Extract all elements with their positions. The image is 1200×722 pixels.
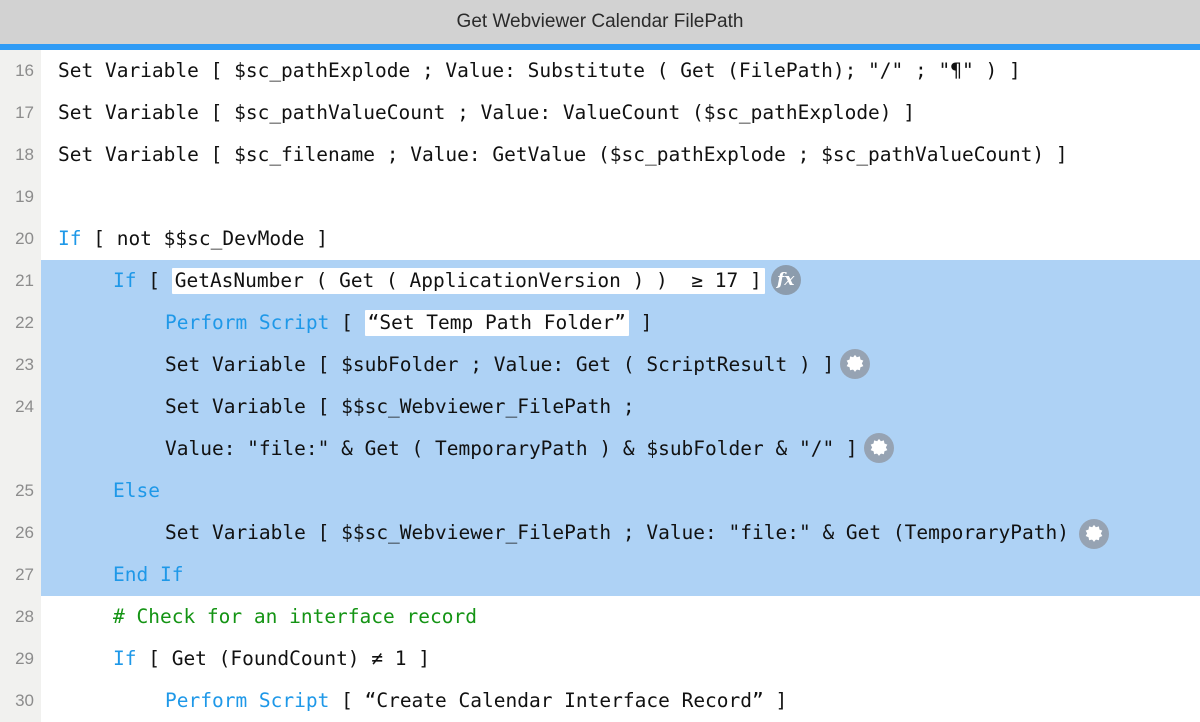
script-step-number: 24: [15, 397, 34, 416]
script-step-row[interactable]: 27 End If: [0, 554, 1200, 596]
script-step-row[interactable]: 30 Perform Script [ “Create Calendar Inte…: [0, 680, 1200, 722]
script-text: Set Variable [ $sc_pathValueCount ; Valu…: [58, 101, 916, 124]
script-step-row[interactable]: 24 Set Variable [ $$sc_Webviewer_FilePath…: [0, 386, 1200, 470]
script-step-text: Set Variable [ $$sc_Webviewer_FilePath ;: [41, 386, 635, 428]
script-text: [ Get (FoundCount) ≠ 1 ]: [136, 647, 430, 670]
script-step-text: End If: [41, 554, 183, 596]
script-step-text: If [ Get (FoundCount) ≠ 1 ]: [41, 638, 430, 680]
gear-icon[interactable]: [1079, 519, 1110, 549]
script-step-number: 26: [15, 523, 34, 542]
script-text: [: [329, 311, 365, 334]
script-step-text: Set Variable [ $sc_filename ; Value: Get…: [41, 134, 1068, 176]
script-step-number: 27: [15, 565, 34, 584]
script-step-row[interactable]: 16 Set Variable [ $sc_pathExplode ; Value…: [0, 50, 1200, 92]
script-step-number: 23: [15, 355, 34, 374]
script-step-text: [41, 176, 58, 218]
gear-icon[interactable]: [863, 432, 894, 463]
script-step-row-background: [41, 470, 1200, 512]
script-text: Value: "file:" & Get ( TemporaryPath ) &…: [165, 437, 858, 460]
script-step-number: 28: [15, 607, 34, 626]
script-text: [ not $$sc_DevMode ]: [81, 227, 329, 250]
script-text: Set Variable [ $sc_pathExplode ; Value: …: [58, 59, 1021, 82]
script-step-row-background: [41, 554, 1200, 596]
window-title: Get Webviewer Calendar FilePath: [456, 11, 744, 32]
script-step-text: If [ not $$sc_DevMode ]: [41, 218, 328, 260]
script-step-row[interactable]: 22 Perform Script [ “Set Temp Path Folder…: [0, 302, 1200, 344]
fx-icon[interactable]: fx: [770, 264, 801, 295]
script-step-number: 16: [15, 61, 34, 80]
script-step-number: 18: [15, 145, 34, 164]
script-step-number: 25: [15, 481, 34, 500]
script-step-number: 22: [15, 313, 34, 332]
script-workspace-window: Get Webviewer Calendar FilePath 16 Set Va…: [0, 0, 1200, 722]
script-step-number: 19: [15, 187, 34, 206]
script-step-number: 17: [15, 103, 34, 122]
script-keyword: Else: [113, 479, 160, 502]
script-step-number: 29: [15, 649, 34, 668]
script-step-parameter-box[interactable]: “Set Temp Path Folder”: [364, 310, 629, 336]
script-text: Set Variable [ $subFolder ; Value: Get (…: [165, 353, 835, 376]
script-step-row[interactable]: 29 If [ Get (FoundCount) ≠ 1 ]: [0, 638, 1200, 680]
script-step-text: Set Variable [ $sc_pathExplode ; Value: …: [41, 50, 1021, 92]
script-step-row[interactable]: 20 If [ not $$sc_DevMode ]: [0, 218, 1200, 260]
script-step-row[interactable]: 23 Set Variable [ $subFolder ; Value: Get…: [0, 344, 1200, 386]
script-keyword: End If: [113, 563, 184, 586]
script-step-text: Else: [41, 470, 160, 512]
script-step-text: # Check for an interface record: [41, 596, 477, 638]
script-text: Set Variable [ $sc_filename ; Value: Get…: [58, 143, 1068, 166]
script-step-number: 21: [15, 271, 34, 290]
script-keyword: Perform Script: [165, 311, 330, 334]
script-step-row-background: [41, 176, 1200, 218]
script-keyword: Perform Script: [165, 689, 330, 712]
script-step-list[interactable]: 16 Set Variable [ $sc_pathExplode ; Value…: [0, 50, 1200, 722]
script-keyword: If: [113, 647, 137, 670]
script-step-row[interactable]: 28 # Check for an interface record: [0, 596, 1200, 638]
gear-icon[interactable]: [840, 348, 871, 379]
script-text: ]: [628, 311, 653, 334]
script-step-parameter-box[interactable]: GetAsNumber ( Get ( ApplicationVersion )…: [171, 268, 765, 294]
script-step-text: Perform Script [ “Create Calendar Interf…: [41, 680, 787, 722]
script-step-continuation: Value: "file:" & Get ( TemporaryPath ) &…: [41, 428, 894, 470]
script-text: [: [136, 269, 172, 292]
script-step-row[interactable]: 21 If [ GetAsNumber ( Get ( ApplicationVe…: [0, 260, 1200, 302]
script-step-row[interactable]: 26 Set Variable [ $$sc_Webviewer_FilePath…: [0, 512, 1200, 554]
script-step-number: 20: [15, 229, 34, 248]
script-step-row[interactable]: 25 Else: [0, 470, 1200, 512]
script-keyword: If: [113, 269, 137, 292]
script-step-row[interactable]: 17 Set Variable [ $sc_pathValueCount ; Va…: [0, 92, 1200, 134]
script-text: Set Variable [ $$sc_Webviewer_FilePath ;: [165, 395, 635, 418]
script-comment: # Check for an interface record: [113, 605, 477, 628]
script-keyword: If: [58, 227, 82, 250]
script-step-text: Set Variable [ $subFolder ; Value: Get (…: [41, 344, 871, 386]
script-editor-area[interactable]: 16 Set Variable [ $sc_pathExplode ; Value…: [0, 50, 1200, 722]
script-text: Set Variable [ $$sc_Webviewer_FilePath ;…: [165, 521, 1093, 544]
script-step-row[interactable]: 18 Set Variable [ $sc_filename ; Value: G…: [0, 134, 1200, 176]
script-step-row[interactable]: 19: [0, 176, 1200, 218]
script-step-text: If [ GetAsNumber ( Get ( ApplicationVers…: [41, 260, 801, 302]
script-step-text: Set Variable [ $$sc_Webviewer_FilePath ;…: [41, 512, 1110, 554]
script-step-number: 30: [15, 691, 34, 710]
script-text: [ “Create Calendar Interface Record” ]: [329, 689, 788, 712]
window-titlebar: Get Webviewer Calendar FilePath: [0, 0, 1200, 44]
script-step-text: Set Variable [ $sc_pathValueCount ; Valu…: [41, 92, 915, 134]
script-step-text: Perform Script [ “Set Temp Path Folder” …: [41, 302, 652, 344]
fx-icon-label: fx: [776, 269, 795, 290]
